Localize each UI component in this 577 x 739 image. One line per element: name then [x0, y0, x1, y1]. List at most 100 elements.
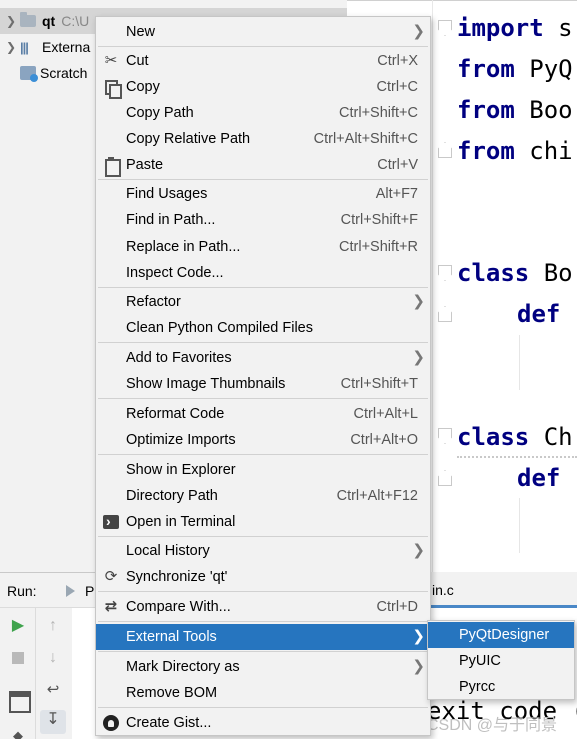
code-line: from Boo [457, 96, 573, 124]
menu-separator [98, 621, 428, 622]
code-line: from PyQ [457, 55, 573, 83]
scissors-icon: ✂ [104, 52, 118, 69]
menu-item-show-in-explorer[interactable]: Show in Explorer [96, 457, 430, 483]
menu-separator [98, 179, 428, 180]
paste-icon [102, 156, 121, 177]
compare-icon: ⇄ [104, 598, 118, 615]
weak-warning-underline [457, 455, 577, 458]
menu-item-open-in-terminal[interactable]: Open in Terminal [96, 509, 430, 535]
menu-item-copy-path[interactable]: Copy Path Ctrl+Shift+C [96, 100, 430, 126]
menu-item-copy-relative-path[interactable]: Copy Relative Path Ctrl+Alt+Shift+C [96, 126, 430, 152]
tree-node-scratches[interactable]: Scratch [0, 60, 87, 86]
menu-separator [98, 707, 428, 708]
menu-separator [98, 454, 428, 455]
chevron-right-icon: ❯ [412, 542, 425, 559]
chevron-right-icon: ❯ [412, 349, 425, 366]
menu-item-find-usages[interactable]: Find Usages Alt+F7 [96, 181, 430, 207]
scratches-icon [20, 66, 38, 82]
menu-item-optimize-imports[interactable]: Optimize Imports Ctrl+Alt+O [96, 427, 430, 453]
fold-marker[interactable] [438, 142, 452, 158]
menu-item-copy[interactable]: Copy Ctrl+C [96, 74, 430, 100]
menu-separator [98, 398, 428, 399]
arrow-down-icon[interactable]: ↓ [43, 648, 63, 668]
copy-icon [102, 78, 122, 99]
watermark: CSDN @与于同景 [427, 717, 558, 734]
menu-item-create-gist[interactable]: Create Gist... [96, 710, 430, 736]
indent-guide [519, 498, 520, 553]
menu-item-replace-in-path[interactable]: Replace in Path... Ctrl+Shift+R [96, 234, 430, 260]
menu-item-cut[interactable]: ✂ Cut Ctrl+X [96, 48, 430, 74]
menu-item-show-image-thumbnails[interactable]: Show Image Thumbnails Ctrl+Shift+T [96, 371, 430, 397]
menu-item-local-history[interactable]: Local History ❯ [96, 538, 430, 564]
menu-item-directory-path[interactable]: Directory Path Ctrl+Alt+F12 [96, 483, 430, 509]
tree-node-label: qt [42, 13, 56, 29]
external-tools-submenu: PyQtDesigner PyUIC Pyrcc [427, 620, 575, 700]
menu-item-new[interactable]: New ❯ [96, 19, 430, 45]
menu-item-synchronize[interactable]: ⟳ Synchronize 'qt' [96, 564, 430, 590]
menu-item-refactor[interactable]: Refactor ❯ [96, 289, 430, 315]
menu-item-paste[interactable]: Paste Ctrl+V [96, 152, 430, 178]
code-line: def [517, 300, 561, 328]
rerun-icon[interactable]: ▶ [8, 616, 28, 636]
menu-separator [98, 46, 428, 47]
gutter-divider [432, 0, 433, 572]
code-line: class Bo [457, 259, 573, 287]
fold-marker[interactable] [438, 20, 452, 36]
menu-separator [98, 536, 428, 537]
menu-item-add-to-favorites[interactable]: Add to Favorites ❯ [96, 345, 430, 371]
code-line: import s [457, 14, 573, 42]
menu-separator [98, 287, 428, 288]
chevron-right-icon: ❯ [412, 293, 425, 310]
folder-icon [20, 12, 36, 27]
chevron-right-icon: ❯ [412, 23, 425, 40]
toolbar-separator [35, 608, 36, 739]
run-toolbar: ▶ ↑ ↓ ↩ ↧ ◆ [0, 608, 72, 739]
editor-top-border [347, 0, 577, 6]
editor-tab-label: in.c [432, 582, 454, 598]
submenu-item-pyqtdesigner[interactable]: PyQtDesigner [428, 622, 574, 648]
run-config-icon [66, 585, 75, 597]
menu-item-compare-with[interactable]: ⇄ Compare With... Ctrl+D [96, 594, 430, 620]
code-line: from chi [457, 137, 573, 165]
menu-item-inspect-code[interactable]: Inspect Code... [96, 260, 430, 286]
terminal-icon [102, 512, 120, 531]
menu-item-remove-bom[interactable]: Remove BOM [96, 680, 430, 706]
fold-marker[interactable] [438, 265, 452, 281]
github-icon [102, 714, 120, 732]
scroll-to-end-icon[interactable]: ↧ [40, 710, 66, 734]
fold-marker[interactable] [438, 470, 452, 486]
tree-node-path: C:\U [61, 13, 90, 29]
project-context-menu: New ❯ ✂ Cut Ctrl+X Copy Ctrl+C Copy Path… [95, 16, 431, 736]
menu-separator [98, 591, 428, 592]
run-label: Run: [7, 583, 37, 599]
menu-item-reformat-code[interactable]: Reformat Code Ctrl+Alt+L [96, 401, 430, 427]
chevron-right-icon: ❯ [412, 658, 425, 675]
chevron-right-icon[interactable]: ❯ [2, 40, 20, 54]
menu-separator [98, 651, 428, 652]
libraries-icon: ||| [20, 39, 29, 55]
menu-item-external-tools[interactable]: External Tools ❯ [96, 624, 430, 650]
submenu-item-pyrcc[interactable]: Pyrcc [428, 674, 574, 700]
soft-wrap-icon[interactable]: ↩ [43, 680, 63, 700]
fold-marker[interactable] [438, 306, 452, 322]
run-tab[interactable]: P [85, 583, 94, 599]
menu-item-mark-directory-as[interactable]: Mark Directory as ❯ [96, 654, 430, 680]
chevron-right-icon[interactable]: ❯ [2, 14, 20, 28]
sync-icon: ⟳ [104, 568, 118, 585]
stop-icon[interactable] [8, 648, 28, 668]
menu-item-find-in-path[interactable]: Find in Path... Ctrl+Shift+F [96, 207, 430, 233]
fold-marker[interactable] [438, 428, 452, 444]
tree-node-external-libraries[interactable]: ❯ ||| Externa [0, 34, 90, 60]
menu-separator [98, 342, 428, 343]
pin-icon[interactable]: ◆ [8, 726, 28, 739]
chevron-right-icon: ❯ [412, 628, 425, 645]
tree-node-label: Scratch [40, 65, 88, 81]
arrow-up-icon[interactable]: ↑ [43, 616, 63, 636]
layout-icon[interactable] [8, 688, 28, 708]
tree-node-label: Externa [42, 39, 91, 55]
submenu-item-pyuic[interactable]: PyUIC [428, 648, 574, 674]
menu-item-clean-python-compiled-files[interactable]: Clean Python Compiled Files [96, 315, 430, 341]
code-line: def [517, 464, 561, 492]
editor-tab[interactable]: in.c [430, 572, 577, 608]
code-line: class Ch [457, 423, 573, 451]
